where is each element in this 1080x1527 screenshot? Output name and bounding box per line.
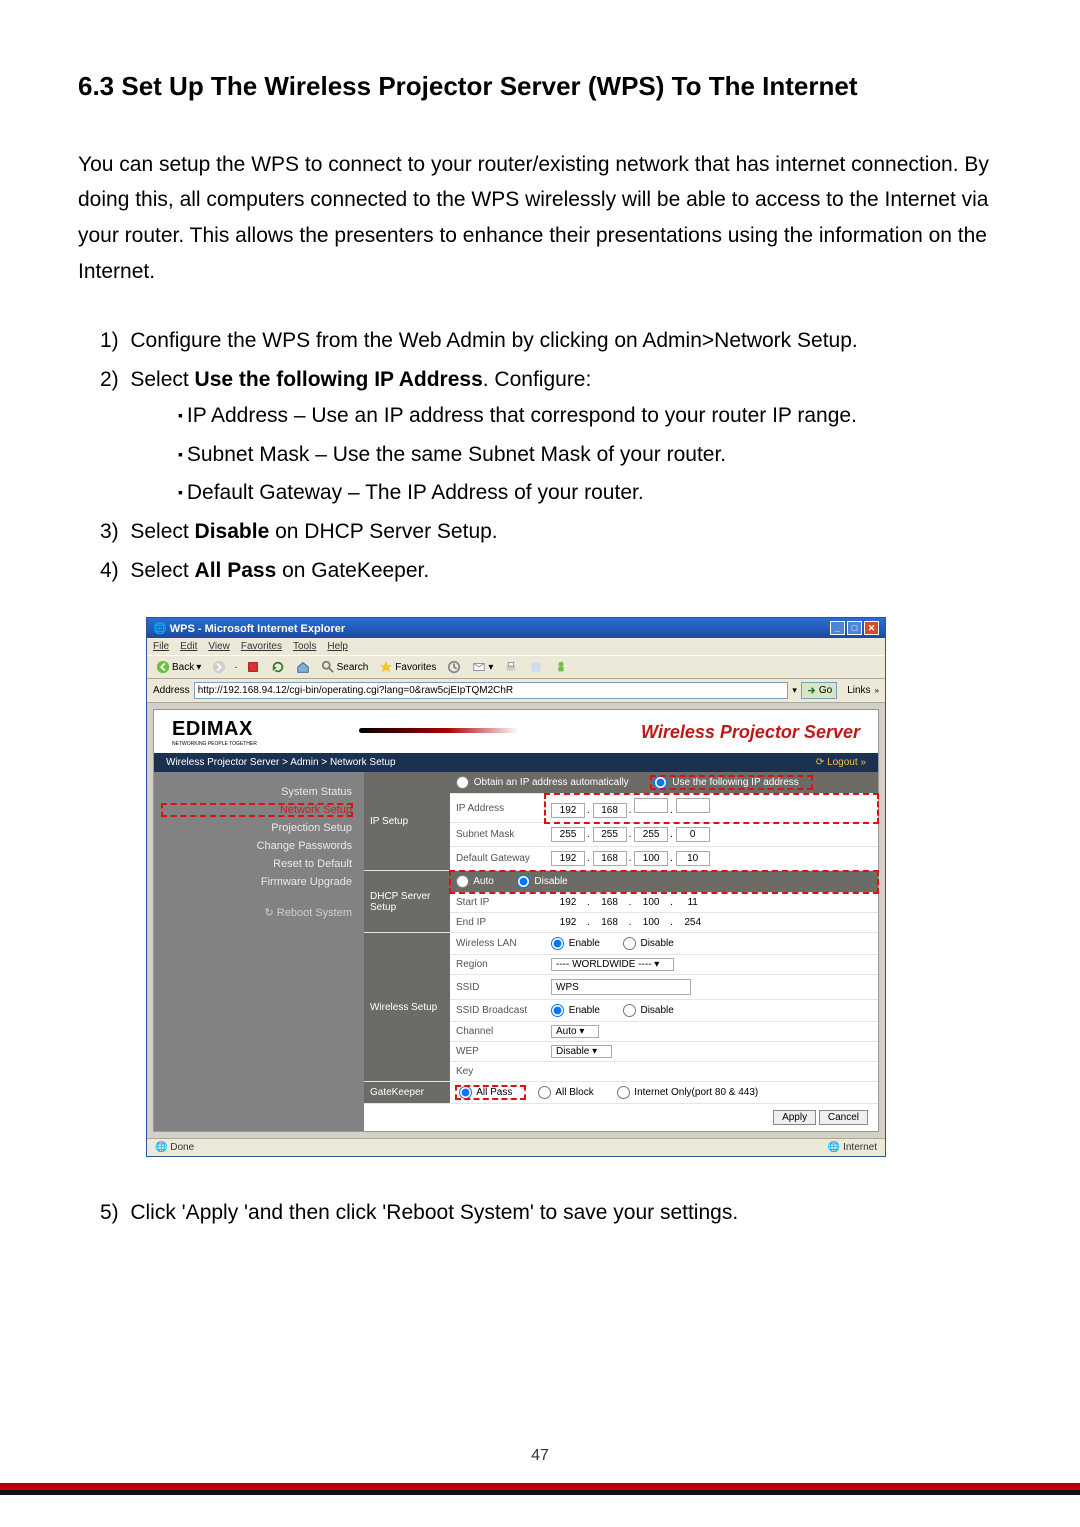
go-button[interactable]: Go [801, 682, 837, 699]
ip-setup-label: IP Setup [364, 772, 450, 871]
nav-change-passwords[interactable]: Change Passwords [162, 840, 352, 852]
print-button[interactable] [501, 659, 521, 675]
nav-reboot[interactable]: ↻ Reboot System [162, 906, 352, 919]
refresh-button[interactable] [268, 659, 288, 675]
ie-icon: 🌐 [153, 623, 167, 635]
ssidbc-enable-radio[interactable] [551, 1004, 564, 1017]
ip-oct2[interactable]: 168 [593, 803, 627, 818]
back-button[interactable]: Back ▾ [153, 659, 204, 675]
gk-internet-radio[interactable] [617, 1086, 630, 1099]
ssidbc-disable-radio[interactable] [623, 1004, 636, 1017]
apply-button[interactable]: Apply [773, 1110, 816, 1125]
edimax-logo: EDIMAXNETWORKING PEOPLE TOGETHER [172, 718, 257, 747]
step-5: 5) Click 'Apply 'and then click 'Reboot … [100, 1197, 1002, 1230]
window-title: WPS - Microsoft Internet Explorer [170, 623, 345, 635]
footer-decor [0, 1483, 1080, 1501]
menu-bar[interactable]: FileEditViewFavoritesToolsHelp [147, 638, 885, 655]
wlan-label: Wireless LAN [450, 933, 545, 955]
nav-network-setup[interactable]: Network Setup [162, 804, 352, 816]
breadcrumb: Wireless Projector Server > Admin > Netw… [166, 757, 396, 768]
nav-projection-setup[interactable]: Projection Setup [162, 822, 352, 834]
header-swoosh [359, 720, 539, 746]
url-input[interactable] [194, 682, 789, 699]
close-icon[interactable]: ✕ [864, 621, 879, 635]
favorites-button[interactable]: Favorites [376, 659, 439, 675]
browser-window: 🌐 WPS - Microsoft Internet Explorer _ □ … [146, 617, 886, 1157]
cancel-button[interactable]: Cancel [819, 1110, 868, 1125]
channel-label: Channel [450, 1022, 545, 1042]
section-heading: 6.3 Set Up The Wireless Projector Server… [78, 70, 1002, 103]
intro-paragraph: You can setup the WPS to connect to your… [78, 147, 1002, 290]
ip-address-label: IP Address [450, 794, 545, 823]
bullet-gw: Default Gateway – The IP Address of your… [178, 477, 1002, 510]
wlan-enable-radio[interactable] [551, 937, 564, 950]
wep-select[interactable]: Disable ▾ [551, 1045, 612, 1058]
region-label: Region [450, 955, 545, 975]
nav-system-status[interactable]: System Status [162, 786, 352, 798]
region-select[interactable]: ---- WORLDWIDE ---- ▾ [551, 958, 674, 971]
wlan-disable-radio[interactable] [623, 937, 636, 950]
mail-button[interactable]: ▾ [469, 659, 496, 675]
page-number: 47 [0, 1447, 1080, 1465]
messenger-button[interactable] [551, 659, 571, 675]
stop-button[interactable] [243, 659, 263, 675]
window-titlebar: 🌐 WPS - Microsoft Internet Explorer _ □ … [147, 618, 885, 638]
ssid-input[interactable] [551, 979, 691, 995]
wireless-setup-label: Wireless Setup [364, 933, 450, 1082]
startip-label: Start IP [450, 893, 545, 913]
ssid-label: SSID [450, 975, 545, 1000]
obtain-ip-auto-radio[interactable] [456, 776, 469, 789]
nav-firmware-upgrade[interactable]: Firmware Upgrade [162, 876, 352, 888]
address-label: Address [153, 685, 190, 696]
search-button[interactable]: Search [318, 659, 372, 675]
bullet-ip: IP Address – Use an IP address that corr… [178, 400, 1002, 433]
address-bar: Address ▾ Go Links» [147, 679, 885, 703]
home-button[interactable] [293, 659, 313, 675]
left-nav: System Status Network Setup Projection S… [154, 772, 364, 1131]
wep-label: WEP [450, 1042, 545, 1062]
maximize-icon[interactable]: □ [847, 621, 862, 635]
status-left: 🌐 Done [155, 1142, 194, 1153]
bullet-mask: Subnet Mask – Use the same Subnet Mask o… [178, 439, 1002, 472]
step-1: 1) Configure the WPS from the Web Admin … [100, 325, 1002, 358]
nav-reset-default[interactable]: Reset to Default [162, 858, 352, 870]
page-title: Wireless Projector Server [641, 722, 860, 743]
links-label[interactable]: Links [847, 685, 870, 696]
ip-oct3[interactable] [634, 798, 668, 813]
dhcp-disable-radio[interactable] [517, 875, 530, 888]
channel-select[interactable]: Auto ▾ [551, 1025, 599, 1038]
dhcp-label: DHCP Server Setup [364, 871, 450, 933]
edit-button[interactable] [526, 659, 546, 675]
gateway-label: Default Gateway [450, 847, 545, 871]
logout-link[interactable]: ⟳ Logout » [816, 757, 866, 768]
dhcp-auto-radio[interactable] [456, 875, 469, 888]
steps-list: 1) Configure the WPS from the Web Admin … [78, 325, 1002, 587]
ssidbc-label: SSID Broadcast [450, 1000, 545, 1022]
use-following-ip-radio[interactable] [654, 776, 667, 789]
endip-label: End IP [450, 913, 545, 933]
minimize-icon[interactable]: _ [830, 621, 845, 635]
gk-allpass-radio[interactable] [459, 1086, 472, 1099]
toolbar: Back ▾ · Search Favorites ▾ [147, 655, 885, 679]
subnet-label: Subnet Mask [450, 823, 545, 847]
step-2: 2) Select Use the following IP Address. … [100, 364, 1002, 510]
key-label: Key [450, 1062, 545, 1082]
history-button[interactable] [444, 659, 464, 675]
forward-button[interactable] [209, 659, 229, 675]
ip-oct4[interactable] [676, 798, 710, 813]
status-right: 🌐 Internet [828, 1142, 877, 1153]
step-4: 4) Select All Pass on GateKeeper. [100, 555, 1002, 588]
ip-oct1[interactable]: 192 [551, 803, 585, 818]
gatekeeper-label: GateKeeper [364, 1082, 450, 1104]
step-3: 3) Select Disable on DHCP Server Setup. [100, 516, 1002, 549]
gk-allblock-radio[interactable] [538, 1086, 551, 1099]
